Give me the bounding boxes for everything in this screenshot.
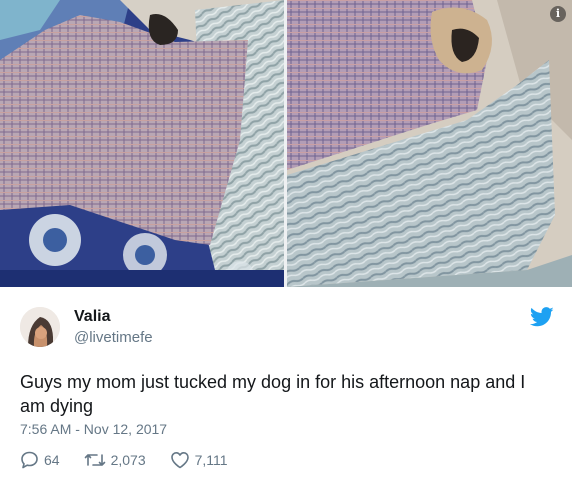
tweet-timestamp[interactable]: 7:56 AM - Nov 12, 2017 bbox=[20, 421, 167, 437]
like-icon bbox=[170, 452, 189, 469]
tweet-actions: 64 2,073 7,111 bbox=[20, 450, 252, 470]
tweet-text: Guys my mom just tucked my dog in for hi… bbox=[20, 372, 526, 416]
photo-left[interactable] bbox=[0, 0, 284, 287]
author-handle[interactable]: @livetimefe bbox=[74, 329, 153, 346]
tweet-media[interactable]: i bbox=[0, 0, 572, 287]
like-count: 7,111 bbox=[194, 452, 228, 468]
like-button[interactable]: 7,111 bbox=[170, 451, 228, 469]
reply-count: 64 bbox=[44, 452, 60, 468]
photo-right[interactable] bbox=[287, 0, 572, 287]
reply-button[interactable]: 64 bbox=[20, 451, 60, 469]
info-icon[interactable]: i bbox=[550, 6, 566, 22]
retweet-count: 2,073 bbox=[110, 452, 146, 468]
reply-icon bbox=[21, 451, 38, 469]
retweet-icon bbox=[84, 454, 105, 466]
twitter-logo-icon[interactable] bbox=[530, 306, 554, 328]
retweet-button[interactable]: 2,073 bbox=[84, 452, 146, 468]
avatar[interactable] bbox=[20, 307, 60, 347]
author-name[interactable]: Valia bbox=[74, 308, 110, 326]
